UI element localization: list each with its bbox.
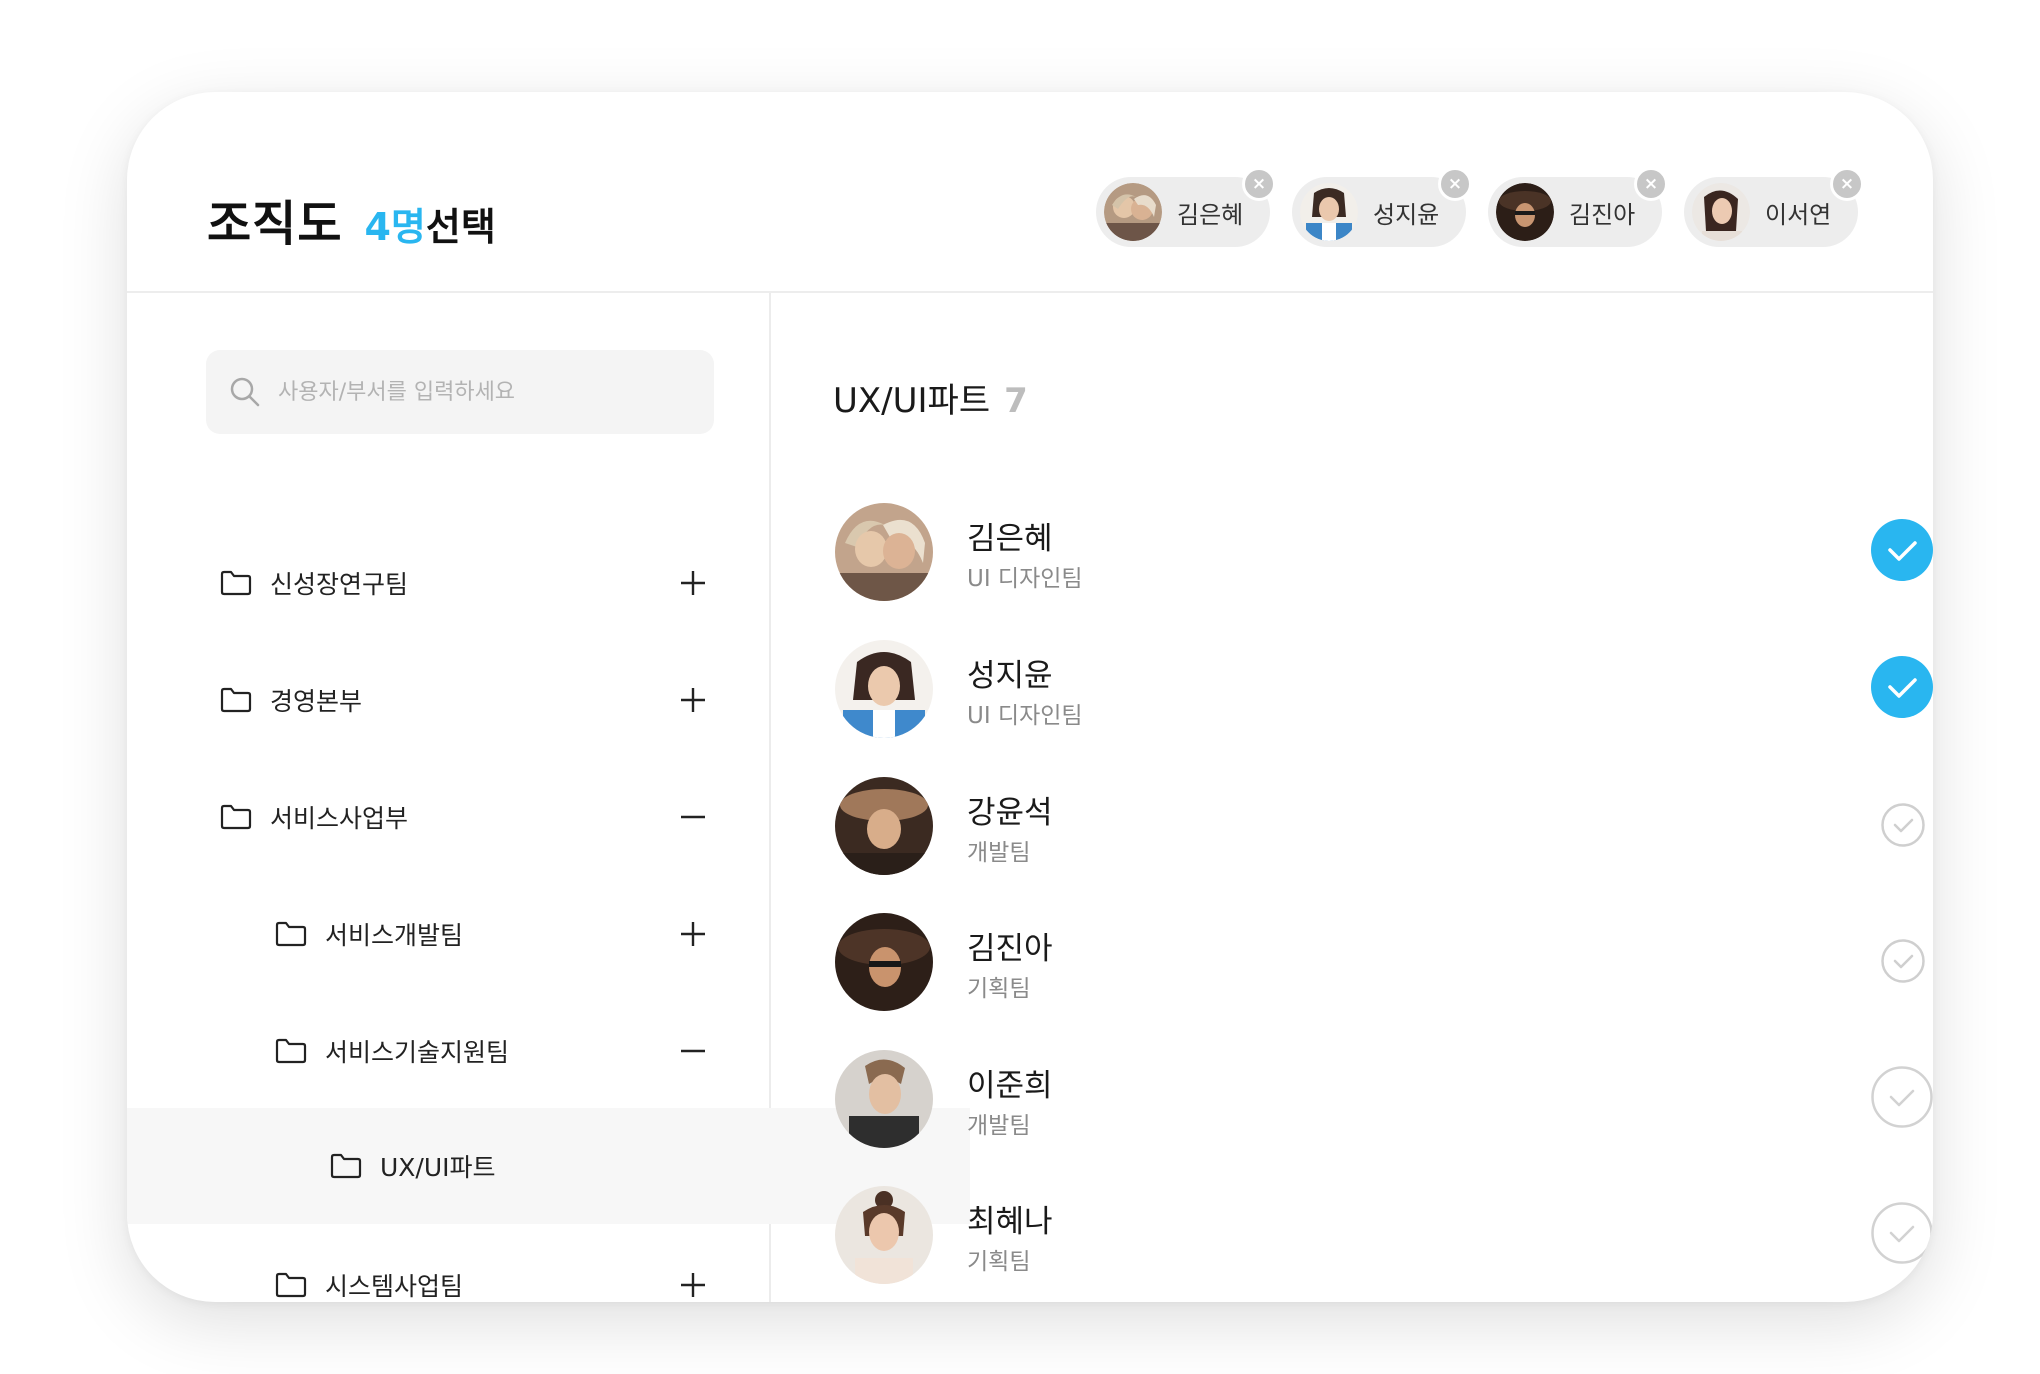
folder-icon — [220, 804, 252, 830]
member-team: 기획팀 — [967, 1249, 1031, 1275]
avatar — [835, 640, 933, 738]
selected-suffix: 선택 — [425, 205, 496, 249]
folder-icon — [275, 921, 307, 947]
tree-item[interactable]: 서비스사업부 — [127, 759, 860, 875]
page-title: 조직도 4명 선택 — [207, 184, 496, 254]
folder-icon — [275, 1038, 307, 1064]
plus-icon[interactable] — [678, 919, 708, 949]
folder-icon — [330, 1153, 362, 1179]
close-icon[interactable]: × — [1830, 167, 1864, 201]
check-icon-selected[interactable] — [1871, 519, 1933, 581]
chip-name: 이서연 — [1765, 200, 1832, 229]
check-icon[interactable] — [1871, 1066, 1933, 1128]
tree-item-label: 서비스사업부 — [270, 804, 409, 833]
avatar — [1104, 183, 1162, 241]
tree-item-label: 신성장연구팀 — [270, 570, 409, 599]
member-row[interactable]: 성지윤 UI 디자인팀 — [833, 628, 1933, 738]
tree-item-label: 서비스개발팀 — [325, 921, 464, 950]
minus-icon[interactable] — [678, 802, 708, 832]
member-panel: UX/UI파트 7 김은혜 UI 디자인팀 성지윤 UI 디자인팀 강윤석 개발팀… — [771, 293, 1933, 1302]
member-name: 김진아 — [967, 931, 1053, 967]
selected-chip[interactable]: 이서연 × — [1684, 167, 1864, 247]
avatar — [835, 1050, 933, 1148]
member-row[interactable]: 김은혜 UI 디자인팀 — [833, 491, 1933, 601]
avatar — [1300, 183, 1358, 241]
member-row[interactable]: 김진아 기획팀 — [833, 901, 1933, 1011]
close-icon[interactable]: × — [1438, 167, 1472, 201]
folder-icon — [220, 570, 252, 596]
avatar — [835, 1186, 933, 1284]
selected-chip[interactable]: 김은혜 × — [1096, 167, 1276, 247]
part-name: UX/UI파트 — [833, 381, 991, 421]
member-team: 기획팀 — [967, 976, 1031, 1002]
member-name: 강윤석 — [967, 795, 1053, 831]
org-chart-card: 조직도 4명 선택 김은혜 × 성지윤 × 김진아 × 이서연 × 사용자/부서… — [127, 92, 1933, 1302]
title-text: 조직도 — [207, 196, 343, 252]
avatar — [835, 777, 933, 875]
selected-count: 4명 — [364, 205, 426, 249]
tree-item-label: 시스템사업팀 — [325, 1272, 464, 1301]
plus-icon[interactable] — [678, 685, 708, 715]
tree-item[interactable]: 신성장연구팀 — [127, 525, 860, 641]
selected-chip[interactable]: 성지윤 × — [1292, 167, 1472, 247]
chip-name: 김은혜 — [1177, 200, 1244, 229]
selected-chips: 김은혜 × 성지윤 × 김진아 × 이서연 × — [1096, 167, 1864, 247]
member-team: UI 디자인팀 — [967, 566, 1083, 592]
tree-item-label: UX/UI파트 — [380, 1153, 496, 1182]
search-input[interactable] — [276, 378, 680, 406]
member-row[interactable]: 최혜나 기획팀 — [833, 1174, 1933, 1284]
search-box[interactable] — [206, 350, 714, 434]
plus-icon[interactable] — [678, 568, 708, 598]
avatar — [1692, 183, 1750, 241]
member-team: 개발팀 — [967, 840, 1031, 866]
tree-item[interactable]: 경영본부 — [127, 642, 860, 758]
check-icon[interactable] — [1881, 939, 1925, 983]
check-icon[interactable] — [1871, 1202, 1933, 1264]
member-row[interactable]: 이준희 개발팀 — [833, 1038, 1933, 1148]
member-team: UI 디자인팀 — [967, 703, 1083, 729]
member-name: 김은혜 — [967, 521, 1053, 557]
member-name: 성지윤 — [967, 658, 1053, 694]
selected-chip[interactable]: 김진아 × — [1488, 167, 1668, 247]
member-count: 7 — [1004, 381, 1028, 421]
folder-icon — [275, 1272, 307, 1298]
member-name: 이준희 — [967, 1068, 1053, 1104]
tree-item-label: 경영본부 — [270, 687, 363, 716]
folder-icon — [220, 687, 252, 713]
avatar — [835, 503, 933, 601]
org-tree-panel: 신성장연구팀 경영본부 서비스사업부 서비스개발팀 서비스기술지원팀 UX/UI… — [127, 293, 970, 1302]
minus-icon[interactable] — [678, 1036, 708, 1066]
check-icon[interactable] — [1881, 803, 1925, 847]
chip-name: 김진아 — [1569, 200, 1636, 229]
tree-item-label: 서비스기술지원팀 — [325, 1038, 510, 1067]
close-icon[interactable]: × — [1242, 167, 1276, 201]
member-name: 최혜나 — [967, 1204, 1053, 1240]
avatar — [835, 913, 933, 1011]
avatar — [1496, 183, 1554, 241]
part-title: UX/UI파트 7 — [833, 373, 1028, 422]
plus-icon[interactable] — [678, 1270, 708, 1300]
chip-name: 성지윤 — [1373, 200, 1440, 229]
member-row[interactable]: 강윤석 개발팀 — [833, 765, 1933, 875]
header: 조직도 4명 선택 김은혜 × 성지윤 × 김진아 × 이서연 × — [127, 92, 1933, 293]
check-icon-selected[interactable] — [1871, 656, 1933, 718]
member-team: 개발팀 — [967, 1113, 1031, 1139]
close-icon[interactable]: × — [1634, 167, 1668, 201]
search-icon — [230, 377, 260, 407]
